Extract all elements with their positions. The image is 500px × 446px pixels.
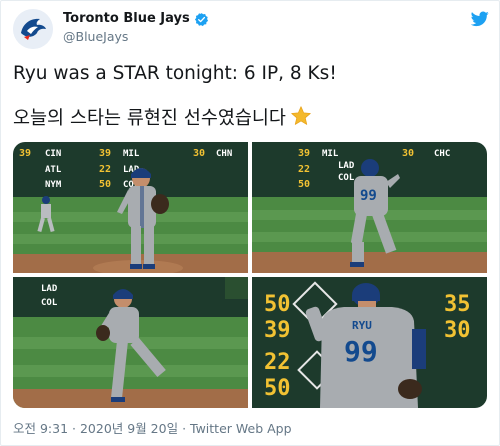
tweet-card[interactable]: Toronto Blue Jays @BlueJays Ryu was a ST… [0, 0, 500, 446]
board-d-right-2: 30 [444, 318, 471, 343]
board-d-left-2: 39 [264, 318, 291, 343]
board-a-team-3: CHN [216, 149, 232, 159]
avatar[interactable] [13, 9, 53, 49]
tweet-date[interactable]: 2020년 9월 20일 [80, 421, 178, 436]
board-d-left-1: 50 [264, 292, 291, 317]
board-b-score-3: 22 [298, 164, 310, 175]
board-b-team-3: LAD [338, 161, 355, 171]
tweet-text: Ryu was a STAR tonight: 6 IP, 8 Ks! 오늘의 … [13, 61, 489, 132]
photo-4-scene: 50 39 22 50 35 30 RYU 99 [252, 277, 487, 408]
twitter-bird-icon[interactable] [471, 11, 489, 27]
board-a-team-1: CIN [45, 149, 61, 159]
meta-separator-1: · [68, 421, 80, 436]
board-b-team-4: COL [338, 173, 355, 183]
star-emoji-icon [291, 106, 311, 125]
meta-separator-2: · [178, 421, 191, 436]
board-d-right-1: 35 [444, 292, 471, 317]
board-c-team-2: COL [41, 298, 58, 308]
photo-1-scene: 39 CIN 39 MIL 30 CHN ATL 22 LAD NYM 50 C… [13, 142, 248, 273]
display-name[interactable]: Toronto Blue Jays [63, 10, 190, 28]
board-a-score-2: 39 [99, 148, 111, 159]
jersey-number: 99 [344, 335, 378, 368]
board-a-team-4: ATL [45, 165, 62, 175]
board-a-score-4: 22 [99, 164, 111, 175]
photo-2[interactable]: 39 MIL 30 CHC 22 LAD 50 COL 99 [252, 142, 487, 273]
tweet-header: Toronto Blue Jays @BlueJays [13, 9, 489, 49]
board-b-score-4: 50 [298, 179, 310, 190]
account-names: Toronto Blue Jays @BlueJays [63, 10, 209, 46]
photo-3-scene: LAD COL [13, 277, 248, 408]
verified-badge-icon [194, 12, 208, 26]
board-a-team-6: NYM [45, 180, 62, 190]
photo-3[interactable]: LAD COL [13, 277, 248, 408]
blue-jays-logo-icon [13, 9, 53, 49]
photo-2-scene: 39 MIL 30 CHC 22 LAD 50 COL 99 [252, 142, 487, 273]
display-name-row[interactable]: Toronto Blue Jays [63, 10, 209, 28]
jersey-name: RYU [352, 319, 372, 332]
board-a-team-2: MIL [123, 149, 140, 159]
tweet-time[interactable]: 오전 9:31 [13, 421, 68, 436]
account-handle[interactable]: @BlueJays [63, 28, 209, 46]
board-b-score-1: 39 [298, 148, 310, 159]
tweet-korean-text: 오늘의 스타는 류현진 선수였습니다 [13, 108, 286, 129]
board-c-team-1: LAD [41, 284, 58, 294]
tweet-text-line-korean: 오늘의 스타는 류현진 선수였습니다 [13, 105, 489, 132]
board-b-team-1: MIL [322, 149, 339, 159]
photo-4[interactable]: 50 39 22 50 35 30 RYU 99 [252, 277, 487, 408]
jersey-number-back: 99 [360, 188, 377, 204]
photo-grid: 39 CIN 39 MIL 30 CHN ATL 22 LAD NYM 50 C… [13, 142, 487, 408]
board-d-left-3: 22 [264, 350, 291, 375]
photo-1[interactable]: 39 CIN 39 MIL 30 CHN ATL 22 LAD NYM 50 C… [13, 142, 248, 273]
tweet-meta: 오전 9:31 · 2020년 9월 20일 · Twitter Web App [13, 421, 292, 437]
board-a-score-3: 30 [193, 148, 205, 159]
board-b-team-2: CHC [434, 149, 450, 159]
board-a-score-1: 39 [19, 148, 31, 159]
board-b-score-2: 30 [402, 148, 414, 159]
tweet-text-line-english: Ryu was a STAR tonight: 6 IP, 8 Ks! [13, 63, 337, 84]
board-a-score-5: 50 [99, 179, 111, 190]
board-d-left-4: 50 [264, 376, 291, 401]
tweet-source[interactable]: Twitter Web App [190, 421, 292, 436]
